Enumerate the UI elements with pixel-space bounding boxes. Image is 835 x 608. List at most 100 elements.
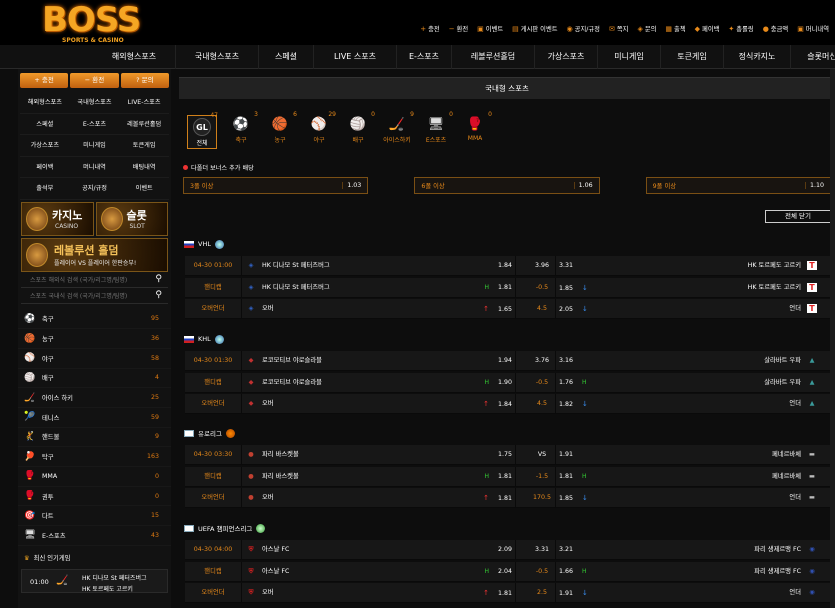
toplink-0[interactable]: + 충전 [420,24,439,34]
quick-button-1[interactable]: − 환전 [70,73,119,88]
match-row[interactable]: 핸디캡 ◈ HK 디나모 St 페터즈버그 H 1.81 -0.5 1.85 ↓ HK 토르페도… [185,277,835,298]
home-team[interactable]: 오버 [262,299,274,319]
search-icon[interactable]: ⚲ [155,290,162,300]
match-row[interactable]: 오버언더 ◈ 오버 ↑ 1.65 4.5 2.05 ↓ 언더 T [185,299,835,319]
away-team[interactable]: 살라바트 우파 [605,351,801,371]
sport-row[interactable]: 🎾 테니스 59 [18,408,171,428]
away-odds[interactable]: 3.16 [559,351,589,371]
away-odds[interactable]: 1.66 H [559,562,589,582]
quick-menu-item[interactable]: 페이백 [20,157,70,178]
away-team[interactable]: 파리 생제르맹 FC [605,562,801,582]
home-odds[interactable]: ↑ 1.84 [465,394,512,414]
home-odds[interactable]: 2.09 [490,540,512,560]
mid-value[interactable]: 4.5 [522,299,562,319]
match-row[interactable]: 04-30 04:00 ⛨ 아스날 FC 2.09 3.31 3.21 파리 생제르맹 FC… [185,540,835,560]
sport-row[interactable]: ⚽ 축구 95 [18,310,171,330]
scrollbar[interactable] [830,69,835,608]
mid-value[interactable]: -0.5 [522,562,562,582]
nav-item-8[interactable]: 토큰게임 [661,45,724,69]
mid-value[interactable]: 3.76 [522,351,562,371]
home-team[interactable]: 로코모티브 야로슬라블 [262,351,322,371]
home-odds[interactable]: 1.94 [490,351,512,371]
nav-item-3[interactable]: LIVE 스포츠 [314,45,397,69]
toplink-9[interactable]: ✦ 총롤링 [728,24,753,34]
match-row[interactable]: 오버언더 ◆ 오버 ↑ 1.84 4.5 1.82 ↓ 언더 ▲ [185,394,835,414]
bonus-box[interactable]: 6폴 이상 1.06 [414,177,600,194]
sport-tab[interactable]: 🥊 MMA 0 [460,111,492,153]
away-team[interactable]: 페네르바체 [605,445,801,465]
sport-row[interactable]: 🎯 다트 15 [18,506,171,527]
boss-logo[interactable]: BOSS SPORTS & CASINO [42,0,152,44]
quick-menu-item[interactable]: 토큰게임 [119,135,169,157]
home-team[interactable]: 파리 바스켓볼 [262,445,299,465]
nav-item-4[interactable]: E-스포츠 [397,45,452,69]
league-header[interactable]: 유로리그 [179,426,835,440]
away-team[interactable]: 살라바트 우파 [605,373,801,393]
home-team[interactable]: 로코모티브 야로슬라블 [262,373,322,393]
quick-menu-item[interactable]: 해외형스포츠 [20,92,70,114]
sport-row[interactable]: 🤾 핸드볼 9 [18,428,171,448]
match-row[interactable]: 04-30 01:00 ◈ HK 디나모 St 페터즈버그 1.84 3.96 3.31 H… [185,256,835,276]
quick-menu-item[interactable]: 출석부 [20,178,70,200]
away-odds[interactable]: 2.05 ↓ [559,299,589,319]
toplink-2[interactable]: ▣ 이벤트 [477,24,503,34]
home-team[interactable]: 오버 [262,488,274,508]
quick-menu-item[interactable]: 스페셜 [20,114,70,135]
holdem-banner[interactable]: 레볼루션 홀덤 플레이어 VS 플레이어 한판승부! [21,237,168,272]
mid-value[interactable]: -0.5 [522,373,562,393]
sport-row[interactable]: 🏀 농구 36 [18,329,171,349]
toplink-1[interactable]: − 환전 [449,24,468,34]
home-team[interactable]: 아스날 FC [262,540,289,560]
away-team[interactable]: 페네르바체 [605,467,801,487]
away-team[interactable]: HK 토르페도 고르키 [605,278,801,298]
nav-item-5[interactable]: 레볼루션홀덤 [452,45,535,69]
casino-banner[interactable]: 카지노 CASINO [21,201,94,236]
sport-tab[interactable]: 🖥 E스포츠 0 [421,111,453,153]
away-odds[interactable]: 1.91 [559,445,589,465]
home-team[interactable]: HK 디나모 St 페터즈버그 [262,256,330,276]
home-team[interactable]: 오버 [262,394,274,414]
sport-row[interactable]: 🥊 권투 0 [18,487,171,507]
nav-item-9[interactable]: 정식카지노 [724,45,791,69]
close-all-button[interactable]: 전체 닫기 [765,210,831,223]
away-team[interactable]: 언더 [605,583,801,603]
sport-tab[interactable]: 🏒 아이스하키 9 [382,111,414,153]
away-odds[interactable]: 1.91 ↓ [559,583,589,603]
home-team[interactable]: 오버 [262,583,274,603]
match-row[interactable]: 핸디캡 ● 파리 바스켓볼 H 1.81 -1.5 1.81 H 페네르바체 ▬ [185,466,835,487]
overseas-search-input[interactable] [21,273,151,287]
sport-row[interactable]: ⚾ 야구 58 [18,349,171,369]
home-odds[interactable]: ↑ 1.65 [465,299,512,319]
quick-menu-item[interactable]: E-스포츠 [69,114,120,135]
sport-tab[interactable]: ⚽ 축구 3 [226,111,258,153]
quick-menu-item[interactable]: 배팅내역 [119,157,169,178]
quick-menu-item[interactable]: LIVE-스포츠 [119,92,169,114]
home-odds[interactable]: H 1.81 [465,467,512,487]
away-odds[interactable]: 1.76 H [559,373,589,393]
nav-item-0[interactable]: 해외형스포츠 [93,45,176,69]
quick-menu-item[interactable]: 이벤트 [119,178,169,200]
away-team[interactable]: 언더 [605,299,801,319]
away-team[interactable]: 언더 [605,488,801,508]
league-header[interactable]: UEFA 챔피언스리그 [179,521,835,535]
league-header[interactable]: KHL [179,332,835,346]
sport-tab[interactable]: 🏀 농구 6 [265,111,297,153]
home-odds[interactable]: H 1.90 [465,373,512,393]
away-odds[interactable]: 3.21 [559,540,589,560]
toplink-10[interactable]: ● 충금액 [763,24,789,34]
home-team[interactable]: HK 디나모 St 페터즈버그 [262,278,330,298]
quick-menu-item[interactable]: 공지/규정 [69,178,120,200]
sport-tab[interactable]: 🏐 배구 0 [343,111,375,153]
search-icon[interactable]: ⚲ [155,274,162,284]
sport-row[interactable]: 🥊 MMA 0 [18,467,171,487]
home-odds[interactable]: H 1.81 [465,278,512,298]
nav-item-6[interactable]: 가상스포츠 [535,45,598,69]
away-odds[interactable]: 1.85 ↓ [559,278,589,298]
quick-menu-item[interactable]: 국내형스포츠 [69,92,120,114]
league-header[interactable]: VHL [179,237,835,251]
home-odds[interactable]: ↑ 1.81 [465,583,512,603]
sport-row[interactable]: 🏓 탁구 163 [18,447,171,467]
match-row[interactable]: 오버언더 ● 오버 ↑ 1.81 170.5 1.85 ↓ 언더 ▬ [185,488,835,508]
mid-value[interactable]: 3.31 [522,540,562,560]
quick-menu-item[interactable]: 미니게임 [69,135,120,157]
